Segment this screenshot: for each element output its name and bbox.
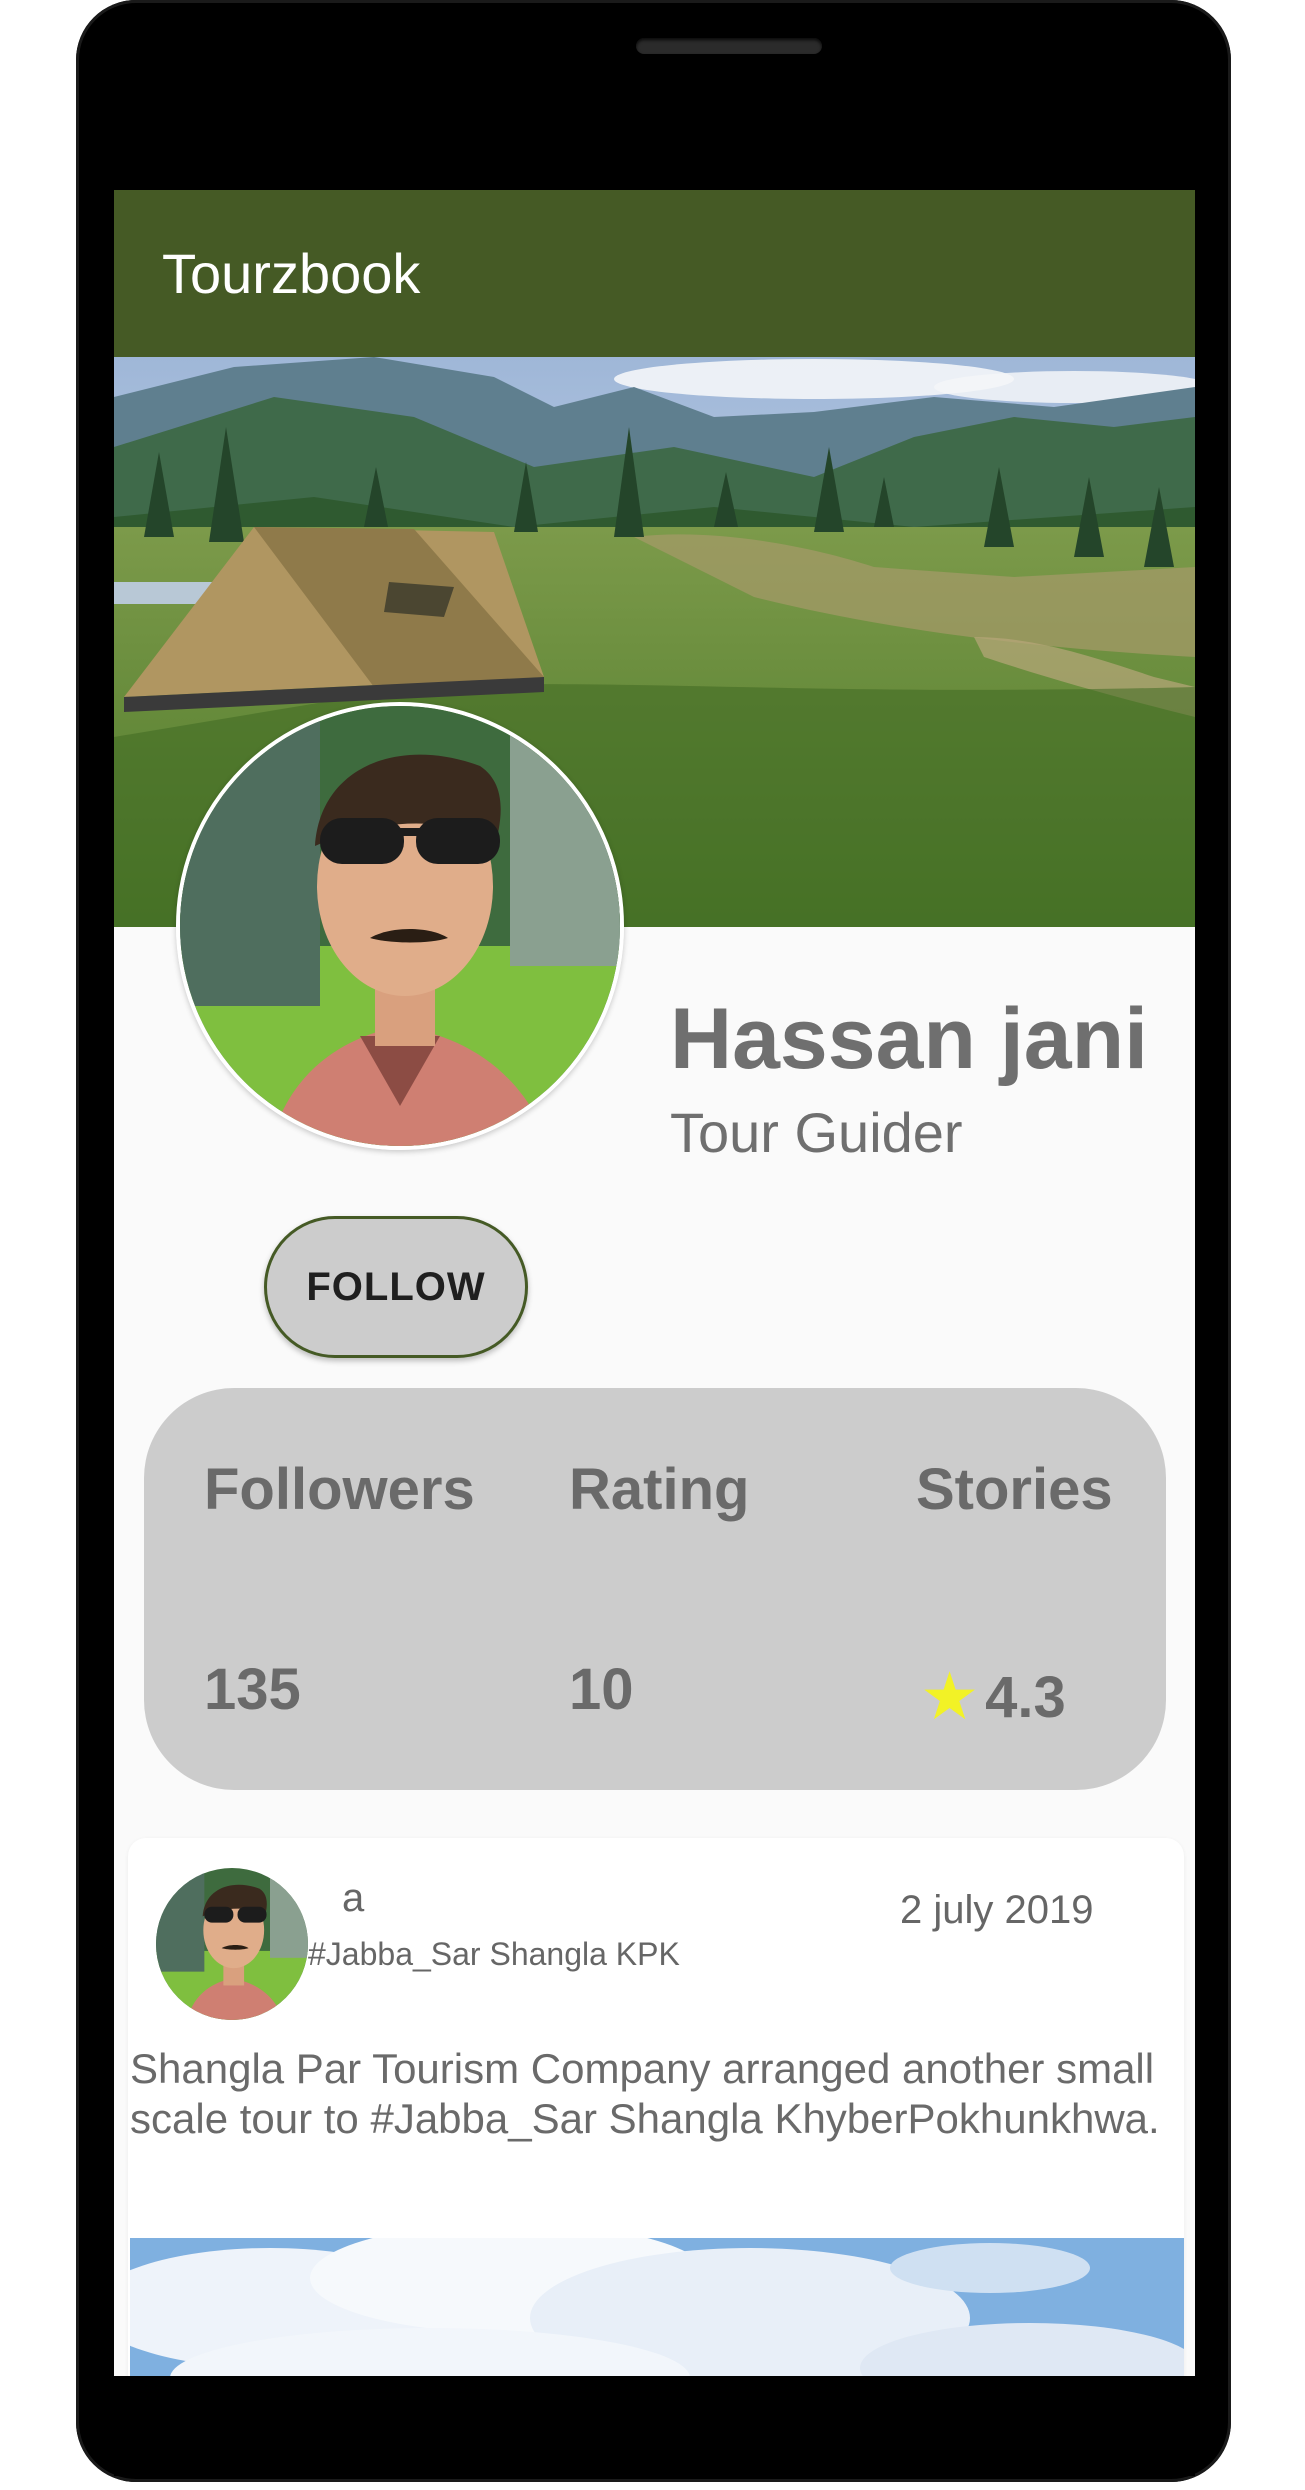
app-screen: Tourzbook Hassan jani Tour Guider FOLLOW… (114, 190, 1195, 2376)
post-location: #Jabba_Sar Shangla KPK (308, 1936, 680, 1972)
profile-role: Tour Guider (670, 1101, 963, 1164)
app-title: Tourzbook (162, 242, 421, 305)
profile-avatar[interactable] (176, 702, 624, 1150)
app-bar: Tourzbook (114, 190, 1195, 357)
profile-name: Hassan jani (670, 991, 1148, 1087)
post-card[interactable]: a #Jabba_Sar Shangla KPK 2 july 2019 Sha… (128, 1838, 1184, 2376)
post-avatar[interactable] (156, 1868, 308, 2020)
post-image[interactable] (130, 2238, 1184, 2376)
stat-value-stories: ★ 4.3 (920, 1656, 1066, 1733)
stat-label-followers: Followers (204, 1457, 475, 1522)
phone-speaker (636, 38, 822, 54)
star-icon: ★ (920, 1659, 980, 1733)
stat-value-rating: 10 (569, 1657, 634, 1722)
stat-value-followers: 135 (204, 1657, 301, 1722)
stories-rating-text: 4.3 (985, 1665, 1066, 1730)
stat-label-stories: Stories (916, 1457, 1113, 1522)
post-text: Shangla Par Tourism Company arranged ano… (130, 2045, 1160, 2142)
post-username[interactable]: a (342, 1876, 364, 1921)
follow-button[interactable]: FOLLOW (264, 1216, 528, 1358)
post-date: 2 july 2019 (900, 1888, 1094, 1932)
stat-label-rating: Rating (569, 1457, 750, 1522)
phone-bottom-bezel (114, 2376, 1195, 2476)
stats-card: Followers Rating Stories 135 10 ★ 4.3 (144, 1388, 1166, 1790)
